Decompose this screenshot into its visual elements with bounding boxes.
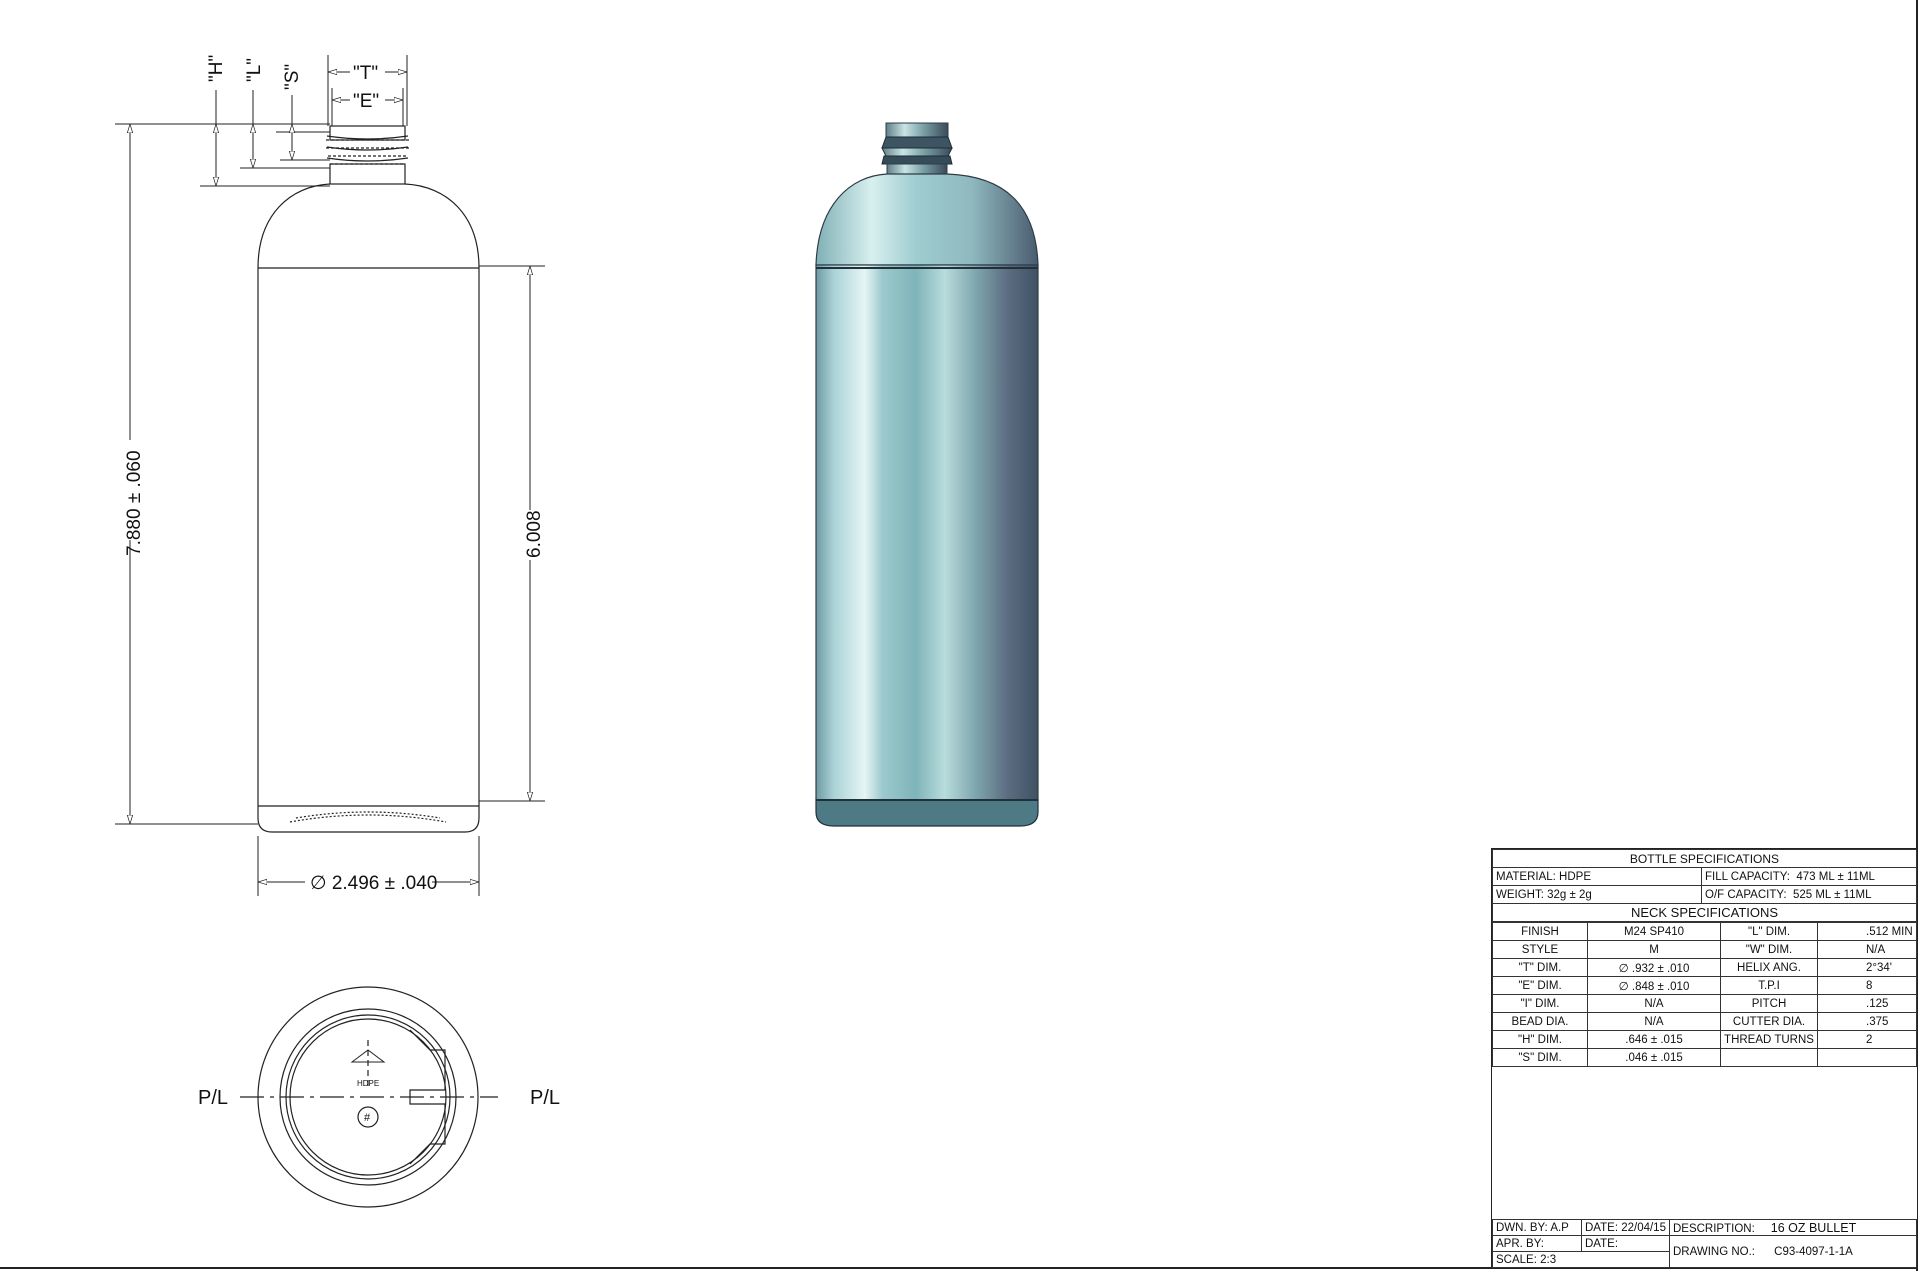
spec-label: BEAD DIA. [1492,1012,1588,1031]
fill-capacity-label: FILL CAPACITY: [1705,870,1790,883]
bottle-specs-title: BOTTLE SPECIFICATIONS [1492,849,1917,868]
spec-value-2: .512 MIN [1817,922,1917,941]
fill-capacity-value: 473 ML ± 11ML [1796,870,1875,883]
spec-label-2: T.P.I [1720,976,1818,995]
neck-spec-row: "H" DIM. .646 ± .015 THREAD TURNS 2 [1492,1030,1917,1049]
spec-label: "I" DIM. [1492,994,1588,1013]
fill-capacity-cell: FILL CAPACITY: 473 ML ± 11ML [1701,867,1917,886]
spec-label: STYLE [1492,940,1588,959]
dim-body-height: 6.008 [524,510,545,558]
specifications-block: BOTTLE SPECIFICATIONS MATERIAL: HDPE FIL… [1491,848,1918,1269]
bottle-render [815,122,1039,827]
neck-spec-row: STYLE M "W" DIM. N/A [1492,940,1917,959]
weight-cell: WEIGHT: 32g ± 2g [1492,885,1702,904]
of-capacity-cell: O/F CAPACITY: 525 ML ± 11ML [1701,885,1917,904]
drawn-by: DWN. BY: A.P [1492,1219,1582,1236]
spec-value-2: .375 [1817,1012,1917,1031]
spec-value: N/A [1587,994,1721,1013]
neck-spec-row: "I" DIM. N/A PITCH .125 [1492,994,1917,1013]
spec-value: .046 ± .015 [1587,1048,1721,1067]
spec-label-2: "W" DIM. [1720,940,1818,959]
dim-h-label: "H" [206,55,227,82]
dimension-lines [130,72,530,882]
spec-label-2: HELIX ANG. [1720,958,1818,977]
scale: SCALE: 2:3 [1492,1251,1670,1268]
description-value: 16 OZ BULLET [1770,1220,1857,1235]
spec-value-2 [1817,1048,1917,1067]
description-cell: DESCRIPTION: 16 OZ BULLET [1668,1219,1918,1236]
spec-value-2: N/A [1817,940,1917,959]
spec-value-2: .125 [1817,994,1917,1013]
spec-value: M24 SP410 [1587,922,1721,941]
dim-e-label: "E" [353,91,379,112]
cavity-mark: # [364,1112,371,1124]
spec-label: "H" DIM. [1492,1030,1588,1049]
spec-value: ∅ .932 ± .010 [1587,958,1721,977]
neck-spec-row: "E" DIM. ∅ .848 ± .010 T.P.I 8 [1492,976,1917,995]
spec-label-2: CUTTER DIA. [1720,1012,1818,1031]
spec-label: FINISH [1492,922,1588,941]
of-capacity-label: O/F CAPACITY: [1705,888,1787,901]
spec-value-2: 2 [1817,1030,1917,1049]
material-cell: MATERIAL: HDPE [1492,867,1702,886]
neck-spec-row: BEAD DIA. N/A CUTTER DIA. .375 [1492,1012,1917,1031]
spec-label: "E" DIM. [1492,976,1588,995]
pl-right-label: P/L [530,1087,560,1109]
resin-code-label: HDPE [357,1079,379,1088]
spec-label: "T" DIM. [1492,958,1588,977]
bottom-view [240,986,498,1208]
neck-specifications-table: FINISH M24 SP410 "L" DIM. .512 MIN STYLE M "W"… [1492,922,1917,1067]
drawing-no-label: DRAWING NO.: [1672,1245,1755,1258]
drawing-no-value: C93-4097-1-1A [1774,1245,1853,1258]
dim-overall-height: 7.880 ± .060 [124,450,145,556]
spec-label-2 [1720,1048,1818,1067]
bottle-specifications-table: BOTTLE SPECIFICATIONS MATERIAL: HDPE FIL… [1492,849,1917,922]
pl-left-label: P/L [198,1087,228,1109]
spec-value-2: 2°34' [1817,958,1917,977]
neck-spec-row: "T" DIM. ∅ .932 ± .010 HELIX ANG. 2°34' [1492,958,1917,977]
date-approved: DATE: [1581,1235,1670,1252]
front-elevation [257,125,480,833]
date-drawn: DATE: 22/04/15 [1581,1219,1670,1236]
dim-t-label: "T" [353,63,378,84]
dim-s-label: "S" [282,64,303,90]
spec-value: ∅ .848 ± .010 [1587,976,1721,995]
spec-value: N/A [1587,1012,1721,1031]
of-capacity-value: 525 ML ± 11ML [1792,888,1872,901]
dim-l-label: "L" [244,58,265,82]
spec-label-2: THREAD TURNS [1720,1030,1818,1049]
spec-value-2: 8 [1817,976,1917,995]
description-label: DESCRIPTION: [1672,1222,1755,1235]
title-block: DWN. BY: A.P DATE: 22/04/15 DESCRIPTION:… [1492,1219,1918,1268]
approved-by: APR. BY: [1492,1235,1582,1252]
neck-spec-row: "S" DIM. .046 ± .015 [1492,1048,1917,1067]
spec-value: M [1587,940,1721,959]
drawing-sheet: "H" "L" "S" "T" "E" 7.880 ± .060 6.008 ∅… [0,0,1920,1271]
spec-value: .646 ± .015 [1587,1030,1721,1049]
dim-diameter: ∅ 2.496 ± .040 [310,873,437,894]
neck-specs-title: NECK SPECIFICATIONS [1492,903,1917,922]
drawing-no-cell: DRAWING NO.: C93-4097-1-1A [1668,1235,1918,1268]
spec-label: "S" DIM. [1492,1048,1588,1067]
neck-spec-row: FINISH M24 SP410 "L" DIM. .512 MIN [1492,922,1917,941]
spec-label-2: "L" DIM. [1720,922,1818,941]
spec-label-2: PITCH [1720,994,1818,1013]
